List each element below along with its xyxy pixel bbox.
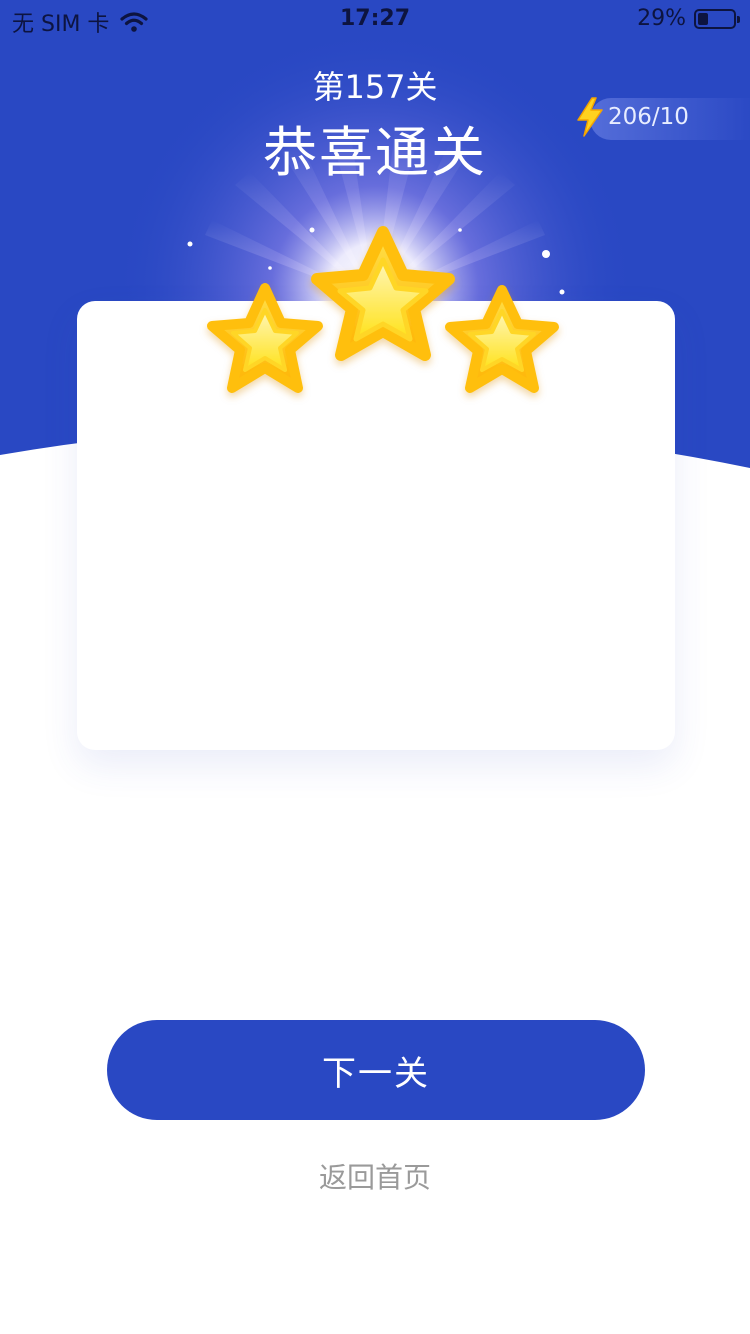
- energy-count: 206/10: [608, 104, 689, 130]
- star-icon-left: [207, 283, 323, 393]
- star-rating: [207, 226, 559, 393]
- next-level-button[interactable]: 下一关: [107, 1020, 645, 1120]
- status-bar: 无 SIM 卡 17:27 29%: [0, 0, 750, 40]
- battery-fill: [698, 12, 708, 25]
- star-icon-right: [445, 285, 559, 393]
- star-icon-center: [311, 226, 455, 361]
- battery-percent: 29%: [637, 6, 686, 31]
- battery-icon: [694, 8, 740, 29]
- back-to-home-link[interactable]: 返回首页: [0, 1156, 750, 1196]
- status-right: 29%: [637, 6, 740, 31]
- lightning-icon: [577, 97, 603, 137]
